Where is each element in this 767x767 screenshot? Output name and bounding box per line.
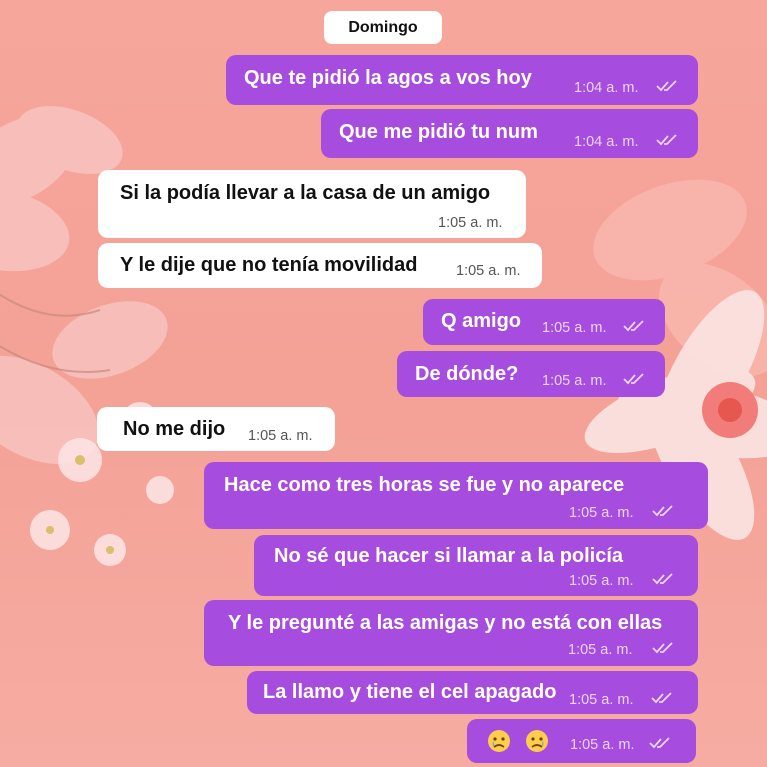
message-text: Q amigo: [441, 310, 522, 332]
message-bubble-received[interactable]: Si la podía llevar a la casa de un amigo…: [98, 170, 526, 238]
flower-decoration-left: [0, 106, 174, 566]
double-check-icon: [656, 134, 677, 146]
double-check-icon: [651, 692, 672, 704]
message-time: 1:05 a. m.: [456, 263, 521, 279]
double-check-icon: [649, 737, 670, 749]
message-time: 1:04 a. m.: [574, 80, 639, 96]
message-bubble-sent[interactable]: La llamo y tiene el cel apagado 1:05 a. …: [247, 671, 698, 714]
message-bubble-sent[interactable]: No sé que hacer si llamar a la policía 1…: [254, 535, 698, 596]
message-text: Hace como tres horas se fue y no aparece: [224, 474, 625, 496]
message-time: 1:05 a. m.: [438, 215, 503, 231]
message-time: 1:05 a. m.: [542, 373, 607, 389]
message-text: Y le pregunté a las amigas y no está con…: [228, 612, 663, 634]
message-text: Que me pidió tu num: [339, 121, 538, 143]
message-bubble-sent[interactable]: Q amigo 1:05 a. m.: [423, 299, 665, 345]
date-chip: Domingo: [324, 11, 442, 44]
message-time: 1:05 a. m.: [568, 642, 633, 658]
message-bubble-sent[interactable]: 1:05 a. m.: [467, 719, 696, 763]
double-check-icon: [623, 373, 644, 385]
message-bubble-received[interactable]: No me dijo 1:05 a. m.: [97, 407, 335, 451]
message-text: No me dijo: [123, 418, 226, 440]
message-bubble-received[interactable]: Y le dije que no tenía movilidad 1:05 a.…: [98, 243, 542, 288]
message-time: 1:04 a. m.: [574, 134, 639, 150]
sad-tear-emoji-icon: [488, 730, 510, 752]
double-check-icon: [623, 320, 644, 332]
double-check-icon: [652, 642, 673, 654]
message-text: Si la podía llevar a la casa de un amigo: [120, 182, 491, 204]
message-text: De dónde?: [415, 363, 519, 385]
message-time: 1:05 a. m.: [569, 505, 634, 521]
message-bubble-sent[interactable]: De dónde? 1:05 a. m.: [397, 351, 665, 397]
message-bubble-sent[interactable]: Hace como tres horas se fue y no aparece…: [204, 462, 708, 529]
message-time: 1:05 a. m.: [248, 428, 313, 444]
sad-tear-emoji-icon: [526, 730, 548, 752]
double-check-icon: [652, 505, 673, 517]
message-time: 1:05 a. m.: [570, 737, 635, 753]
message-time: 1:05 a. m.: [569, 692, 634, 708]
message-text: Y le dije que no tenía movilidad: [120, 254, 418, 276]
message-time: 1:05 a. m.: [569, 573, 634, 589]
message-text: Que te pidió la agos a vos hoy: [244, 67, 532, 89]
double-check-icon: [652, 573, 673, 585]
double-check-icon: [656, 80, 677, 92]
message-bubble-sent[interactable]: Que te pidió la agos a vos hoy 1:04 a. m…: [226, 55, 698, 105]
message-bubble-sent[interactable]: Y le pregunté a las amigas y no está con…: [204, 600, 698, 666]
message-bubble-sent[interactable]: Que me pidió tu num 1:04 a. m.: [321, 109, 698, 158]
message-time: 1:05 a. m.: [542, 320, 607, 336]
message-text: La llamo y tiene el cel apagado: [263, 681, 557, 703]
message-text: No sé que hacer si llamar a la policía: [274, 545, 624, 567]
